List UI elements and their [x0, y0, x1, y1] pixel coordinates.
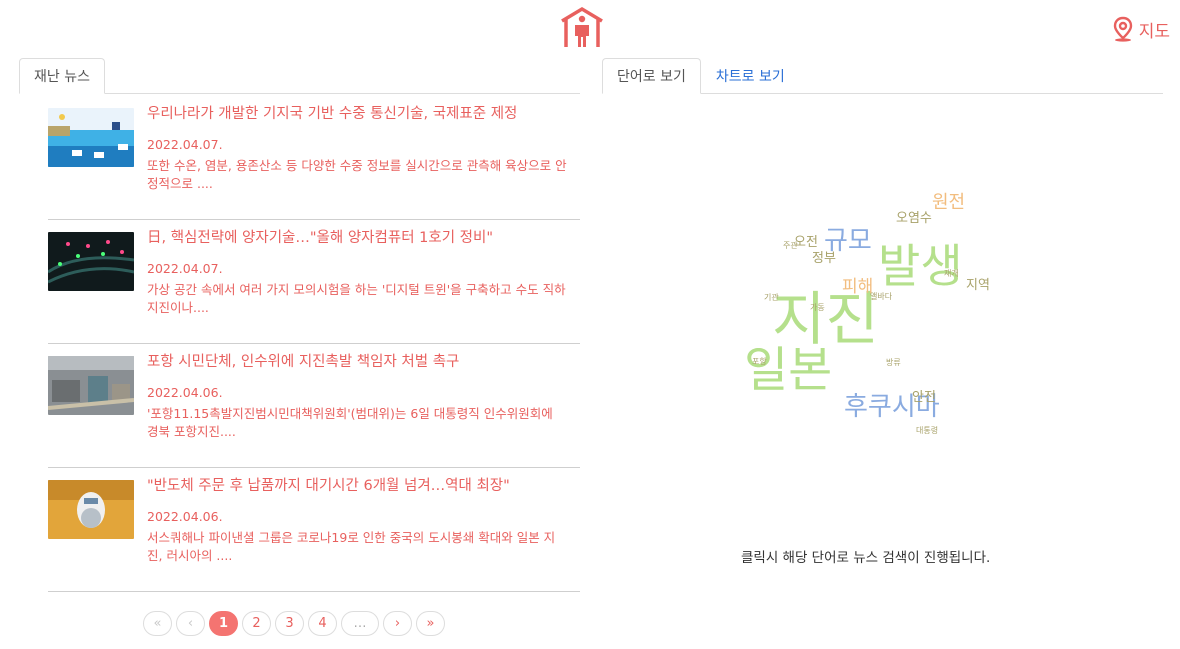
page-button-3[interactable]: 3 [275, 611, 304, 636]
news-thumbnail[interactable] [48, 356, 134, 415]
cloud-word[interactable]: 지역 [966, 278, 990, 293]
news-date: 2022.04.07. [147, 261, 223, 276]
cloud-word[interactable]: 발생 [878, 239, 963, 293]
cloud-word[interactable]: 주관 [783, 240, 798, 250]
page-next-button[interactable]: › [383, 611, 412, 636]
news-item[interactable]: 포항 시민단체, 인수위에 지진촉발 책임자 처벌 촉구 2022.04.06.… [48, 344, 580, 468]
cloud-word[interactable]: 가동 [810, 303, 825, 312]
news-summary: 서스쿼해나 파이낸셜 그룹은 코로나19로 인한 중국의 도시봉쇄 확대와 일본… [147, 530, 556, 563]
cloud-word[interactable]: 원전 [932, 192, 965, 213]
news-summary: '포항11.15촉발지진범시민대책위원회'(범대위)는 6일 대통령직 인수위원… [147, 406, 553, 439]
news-thumbnail[interactable] [48, 108, 134, 167]
word-cloud-hint: 클릭시 해당 단어로 뉴스 검색이 진행됩니다. [741, 550, 991, 566]
tab-word-view[interactable]: 단어로 보기 [602, 58, 701, 94]
news-item[interactable]: 우리나라가 개발한 기지국 기반 수중 통신기술, 국제표준 제정 2022.0… [48, 96, 580, 220]
news-tabs: 재난 뉴스 [19, 58, 580, 94]
cloud-word[interactable]: 기관 [764, 292, 779, 302]
news-title[interactable]: "반도체 주문 후 납품까지 대기시간 6개월 넘겨…역대 최장" [147, 476, 567, 496]
news-summary: 가상 공간 속에서 여러 가지 모의시험을 하는 '디지털 트윈'을 구축하고 … [147, 282, 566, 315]
news-date: 2022.04.06. [147, 385, 223, 400]
word-cloud: 지진 발생 일본 후쿠시마 규모 원전 피해 오염수 지역 오전 정부 안전 주… [744, 192, 990, 435]
cloud-word[interactable]: 피해 [842, 277, 873, 297]
page-last-button[interactable]: » [416, 611, 445, 636]
news-title[interactable]: 포항 시민단체, 인수위에 지진촉발 책임자 처벌 촉구 [147, 352, 567, 372]
view-tabs: 단어로 보기 차트로 보기 [602, 58, 1163, 94]
page-button-4[interactable]: 4 [308, 611, 337, 636]
page-ellipsis[interactable]: … [341, 611, 379, 636]
cloud-word[interactable]: 일본 [744, 342, 832, 398]
news-date: 2022.04.07. [147, 137, 223, 152]
page-first-button[interactable]: « [143, 611, 172, 636]
news-item[interactable]: "반도체 주문 후 납품까지 대기시간 6개월 넘겨…역대 최장" 2022.0… [48, 468, 580, 592]
page-prev-button[interactable]: ‹ [176, 611, 205, 636]
page-button-2[interactable]: 2 [242, 611, 271, 636]
news-thumbnail[interactable] [48, 480, 134, 539]
cloud-word[interactable]: 방류 [886, 357, 901, 367]
cloud-word[interactable]: 대통령 [916, 426, 938, 435]
cloud-word[interactable]: 앨바다 [870, 291, 893, 301]
news-title[interactable]: 우리나라가 개발한 기지국 기반 수중 통신기술, 국제표준 제정 [147, 104, 567, 124]
cloud-word[interactable]: 오염수 [896, 211, 932, 226]
news-thumbnail[interactable] [48, 232, 134, 291]
map-link[interactable]: 지도 [1111, 16, 1170, 42]
home-person-icon[interactable] [559, 6, 605, 48]
news-date: 2022.04.06. [147, 509, 223, 524]
tab-disaster-news[interactable]: 재난 뉴스 [19, 58, 105, 94]
news-summary: 또한 수온, 염분, 용존산소 등 다양한 수중 정보를 실시간으로 관측해 육… [147, 158, 567, 191]
cloud-word[interactable]: 재개 [944, 268, 959, 278]
pagination: « ‹ 1 2 3 4 … › » [143, 611, 445, 636]
cloud-word[interactable]: 정부 [812, 251, 836, 266]
map-label: 지도 [1138, 21, 1170, 42]
cloud-word[interactable]: 포항 [752, 357, 767, 366]
tab-chart-view[interactable]: 차트로 보기 [701, 58, 800, 94]
page-button-1[interactable]: 1 [209, 611, 238, 636]
news-item[interactable]: 日, 핵심전략에 양자기술…"올해 양자컴퓨터 1호기 정비" 2022.04.… [48, 220, 580, 344]
location-pin-icon [1113, 16, 1132, 42]
cloud-word[interactable]: 안전 [912, 390, 936, 405]
news-title[interactable]: 日, 핵심전략에 양자기술…"올해 양자컴퓨터 1호기 정비" [147, 228, 567, 248]
news-list: 우리나라가 개발한 기지국 기반 수중 통신기술, 국제표준 제정 2022.0… [48, 96, 580, 592]
